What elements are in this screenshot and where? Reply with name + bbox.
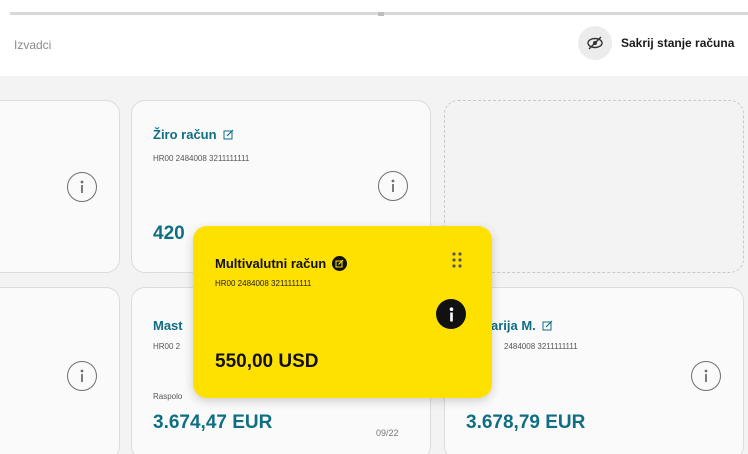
divider-tick — [378, 12, 384, 16]
account-balance: 550,00 USD — [215, 351, 319, 372]
account-title: Multivalutni račun — [215, 256, 348, 271]
account-iban: 2484008 3211111111 — [504, 342, 578, 351]
info-icon[interactable] — [378, 171, 408, 201]
edit-icon[interactable] — [332, 256, 348, 271]
account-balance: 3.678,79 EUR — [466, 412, 586, 433]
account-title-text: Žiro račun — [153, 127, 217, 142]
edit-icon[interactable] — [542, 319, 553, 334]
account-title: Mast — [153, 318, 183, 333]
account-title: arija M. — [491, 318, 553, 334]
info-icon[interactable] — [691, 361, 721, 391]
top-bar: Izvadci Sakrij stanje računa — [0, 0, 748, 76]
multicurrency-account-card-dragging[interactable]: Multivalutni račun HR00 2484008 32111111… — [193, 226, 492, 398]
eye-off-icon[interactable] — [578, 26, 612, 60]
account-title-text: arija M. — [491, 318, 536, 333]
account-iban: HR00 2484008 3211111111 — [153, 154, 250, 163]
hide-balance-toggle[interactable]: Sakrij stanje računa — [578, 26, 734, 60]
account-balance: 3.674,47 EUR — [153, 412, 273, 433]
nav-label-izvadci[interactable]: Izvadci — [14, 38, 51, 52]
info-icon[interactable] — [67, 172, 97, 202]
account-balance: 420 — [153, 223, 185, 244]
card-expiry: 09/22 — [376, 428, 399, 438]
account-card-left-partial[interactable] — [0, 100, 120, 273]
account-title-text: Multivalutni račun — [215, 256, 327, 271]
available-label: Raspolo — [153, 392, 183, 401]
info-icon[interactable] — [67, 361, 97, 391]
account-title: Žiro račun — [153, 127, 234, 143]
drag-handle-icon[interactable] — [451, 250, 465, 270]
info-icon[interactable] — [436, 299, 466, 329]
edit-icon[interactable] — [223, 128, 234, 143]
account-iban: HR00 2484008 3211111111 — [215, 279, 312, 288]
account-card-left-partial-2[interactable] — [0, 287, 120, 454]
account-iban: HR00 2 — [153, 342, 181, 351]
hide-balance-label[interactable]: Sakrij stanje računa — [621, 36, 734, 50]
